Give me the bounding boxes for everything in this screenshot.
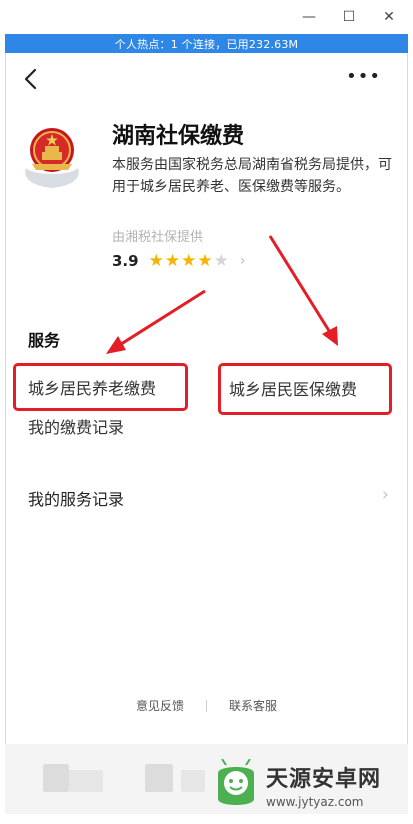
watermark-url: www.jytyaz.com (266, 795, 364, 809)
android-logo-icon (218, 759, 254, 805)
chevron-right-icon[interactable]: › (382, 484, 389, 505)
arrow-head-left (106, 336, 126, 354)
arrow-head-right (322, 326, 338, 346)
watermark: 天源安卓网 www.jytyaz.com (212, 752, 408, 818)
blurred-block (181, 770, 205, 792)
blurred-block (69, 770, 103, 792)
footer-links: 意见反馈 联系客服 (0, 697, 413, 714)
blurred-block (145, 764, 173, 792)
feedback-link[interactable]: 意见反馈 (136, 697, 184, 714)
blurred-block (43, 764, 69, 792)
customer-service-link[interactable]: 联系客服 (229, 697, 277, 714)
my-service-records-item[interactable]: 我的服务记录 (28, 486, 124, 510)
watermark-name: 天源安卓网 (266, 767, 382, 792)
arrow-line-right (268, 235, 333, 335)
arrow-line-left (117, 289, 206, 348)
footer-divider (206, 699, 207, 712)
